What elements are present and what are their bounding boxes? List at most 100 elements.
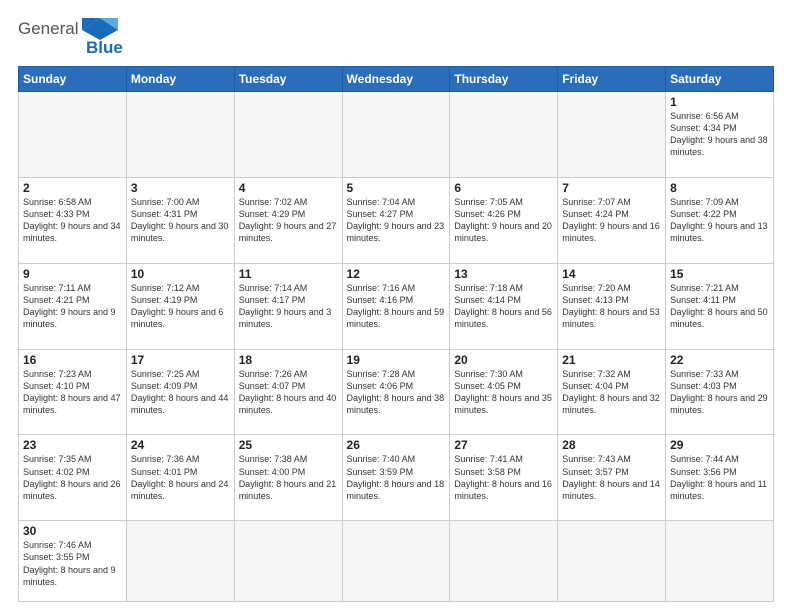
day-number: 16 xyxy=(23,353,122,367)
calendar-cell: 12Sunrise: 7:16 AM Sunset: 4:16 PM Dayli… xyxy=(342,263,450,349)
day-number: 1 xyxy=(670,95,769,109)
day-info: Sunrise: 7:11 AM Sunset: 4:21 PM Dayligh… xyxy=(23,282,122,331)
day-number: 30 xyxy=(23,524,122,538)
header: General Blue xyxy=(18,16,774,58)
day-info: Sunrise: 7:07 AM Sunset: 4:24 PM Dayligh… xyxy=(562,196,661,245)
calendar-cell xyxy=(342,521,450,602)
day-info: Sunrise: 7:33 AM Sunset: 4:03 PM Dayligh… xyxy=(670,368,769,417)
day-info: Sunrise: 7:09 AM Sunset: 4:22 PM Dayligh… xyxy=(670,196,769,245)
calendar-cell: 23Sunrise: 7:35 AM Sunset: 4:02 PM Dayli… xyxy=(19,435,127,521)
day-number: 18 xyxy=(239,353,338,367)
day-number: 21 xyxy=(562,353,661,367)
day-info: Sunrise: 6:56 AM Sunset: 4:34 PM Dayligh… xyxy=(670,110,769,159)
day-info: Sunrise: 7:20 AM Sunset: 4:13 PM Dayligh… xyxy=(562,282,661,331)
logo: General Blue xyxy=(18,16,123,58)
col-header-monday: Monday xyxy=(126,67,234,92)
day-number: 8 xyxy=(670,181,769,195)
calendar-cell xyxy=(450,521,558,602)
calendar-cell xyxy=(666,521,774,602)
calendar-cell xyxy=(342,92,450,178)
calendar-cell: 1Sunrise: 6:56 AM Sunset: 4:34 PM Daylig… xyxy=(666,92,774,178)
calendar-header-row: SundayMondayTuesdayWednesdayThursdayFrid… xyxy=(19,67,774,92)
day-info: Sunrise: 7:36 AM Sunset: 4:01 PM Dayligh… xyxy=(131,453,230,502)
day-number: 15 xyxy=(670,267,769,281)
calendar-table: SundayMondayTuesdayWednesdayThursdayFrid… xyxy=(18,66,774,602)
day-info: Sunrise: 7:18 AM Sunset: 4:14 PM Dayligh… xyxy=(454,282,553,331)
calendar-cell xyxy=(234,92,342,178)
calendar-cell xyxy=(450,92,558,178)
day-info: Sunrise: 7:30 AM Sunset: 4:05 PM Dayligh… xyxy=(454,368,553,417)
day-info: Sunrise: 7:23 AM Sunset: 4:10 PM Dayligh… xyxy=(23,368,122,417)
calendar-cell: 9Sunrise: 7:11 AM Sunset: 4:21 PM Daylig… xyxy=(19,263,127,349)
day-info: Sunrise: 7:28 AM Sunset: 4:06 PM Dayligh… xyxy=(347,368,446,417)
calendar-cell: 17Sunrise: 7:25 AM Sunset: 4:09 PM Dayli… xyxy=(126,349,234,435)
calendar-cell: 16Sunrise: 7:23 AM Sunset: 4:10 PM Dayli… xyxy=(19,349,127,435)
calendar-cell: 22Sunrise: 7:33 AM Sunset: 4:03 PM Dayli… xyxy=(666,349,774,435)
calendar-cell xyxy=(558,92,666,178)
calendar-cell: 27Sunrise: 7:41 AM Sunset: 3:58 PM Dayli… xyxy=(450,435,558,521)
calendar-cell xyxy=(558,521,666,602)
calendar-cell: 15Sunrise: 7:21 AM Sunset: 4:11 PM Dayli… xyxy=(666,263,774,349)
calendar-cell: 26Sunrise: 7:40 AM Sunset: 3:59 PM Dayli… xyxy=(342,435,450,521)
day-number: 28 xyxy=(562,438,661,452)
calendar-cell: 3Sunrise: 7:00 AM Sunset: 4:31 PM Daylig… xyxy=(126,177,234,263)
col-header-saturday: Saturday xyxy=(666,67,774,92)
calendar-cell: 2Sunrise: 6:58 AM Sunset: 4:33 PM Daylig… xyxy=(19,177,127,263)
day-number: 9 xyxy=(23,267,122,281)
day-info: Sunrise: 7:12 AM Sunset: 4:19 PM Dayligh… xyxy=(131,282,230,331)
calendar-cell xyxy=(126,92,234,178)
day-number: 20 xyxy=(454,353,553,367)
calendar-cell: 24Sunrise: 7:36 AM Sunset: 4:01 PM Dayli… xyxy=(126,435,234,521)
day-info: Sunrise: 7:35 AM Sunset: 4:02 PM Dayligh… xyxy=(23,453,122,502)
logo-general-text: General xyxy=(18,19,78,39)
calendar-cell: 4Sunrise: 7:02 AM Sunset: 4:29 PM Daylig… xyxy=(234,177,342,263)
day-number: 17 xyxy=(131,353,230,367)
day-info: Sunrise: 7:14 AM Sunset: 4:17 PM Dayligh… xyxy=(239,282,338,331)
day-number: 29 xyxy=(670,438,769,452)
calendar-cell xyxy=(19,92,127,178)
col-header-sunday: Sunday xyxy=(19,67,127,92)
day-number: 19 xyxy=(347,353,446,367)
calendar-cell: 5Sunrise: 7:04 AM Sunset: 4:27 PM Daylig… xyxy=(342,177,450,263)
calendar-cell: 8Sunrise: 7:09 AM Sunset: 4:22 PM Daylig… xyxy=(666,177,774,263)
calendar-cell: 6Sunrise: 7:05 AM Sunset: 4:26 PM Daylig… xyxy=(450,177,558,263)
calendar-cell: 30Sunrise: 7:46 AM Sunset: 3:55 PM Dayli… xyxy=(19,521,127,602)
day-number: 27 xyxy=(454,438,553,452)
day-info: Sunrise: 7:25 AM Sunset: 4:09 PM Dayligh… xyxy=(131,368,230,417)
calendar-cell: 11Sunrise: 7:14 AM Sunset: 4:17 PM Dayli… xyxy=(234,263,342,349)
day-number: 4 xyxy=(239,181,338,195)
day-number: 26 xyxy=(347,438,446,452)
day-info: Sunrise: 7:40 AM Sunset: 3:59 PM Dayligh… xyxy=(347,453,446,502)
day-number: 13 xyxy=(454,267,553,281)
day-info: Sunrise: 7:32 AM Sunset: 4:04 PM Dayligh… xyxy=(562,368,661,417)
day-number: 22 xyxy=(670,353,769,367)
day-number: 7 xyxy=(562,181,661,195)
day-info: Sunrise: 7:16 AM Sunset: 4:16 PM Dayligh… xyxy=(347,282,446,331)
day-number: 14 xyxy=(562,267,661,281)
day-number: 23 xyxy=(23,438,122,452)
col-header-wednesday: Wednesday xyxy=(342,67,450,92)
day-info: Sunrise: 7:41 AM Sunset: 3:58 PM Dayligh… xyxy=(454,453,553,502)
day-number: 6 xyxy=(454,181,553,195)
day-info: Sunrise: 7:38 AM Sunset: 4:00 PM Dayligh… xyxy=(239,453,338,502)
calendar-cell: 20Sunrise: 7:30 AM Sunset: 4:05 PM Dayli… xyxy=(450,349,558,435)
day-info: Sunrise: 7:02 AM Sunset: 4:29 PM Dayligh… xyxy=(239,196,338,245)
day-info: Sunrise: 7:05 AM Sunset: 4:26 PM Dayligh… xyxy=(454,196,553,245)
day-info: Sunrise: 7:21 AM Sunset: 4:11 PM Dayligh… xyxy=(670,282,769,331)
day-info: Sunrise: 7:04 AM Sunset: 4:27 PM Dayligh… xyxy=(347,196,446,245)
day-info: Sunrise: 7:00 AM Sunset: 4:31 PM Dayligh… xyxy=(131,196,230,245)
day-number: 5 xyxy=(347,181,446,195)
calendar-cell xyxy=(234,521,342,602)
day-number: 12 xyxy=(347,267,446,281)
day-info: Sunrise: 6:58 AM Sunset: 4:33 PM Dayligh… xyxy=(23,196,122,245)
day-info: Sunrise: 7:43 AM Sunset: 3:57 PM Dayligh… xyxy=(562,453,661,502)
day-number: 24 xyxy=(131,438,230,452)
day-info: Sunrise: 7:46 AM Sunset: 3:55 PM Dayligh… xyxy=(23,539,122,588)
calendar-cell: 18Sunrise: 7:26 AM Sunset: 4:07 PM Dayli… xyxy=(234,349,342,435)
day-number: 11 xyxy=(239,267,338,281)
calendar-cell: 7Sunrise: 7:07 AM Sunset: 4:24 PM Daylig… xyxy=(558,177,666,263)
day-info: Sunrise: 7:44 AM Sunset: 3:56 PM Dayligh… xyxy=(670,453,769,502)
calendar-cell: 29Sunrise: 7:44 AM Sunset: 3:56 PM Dayli… xyxy=(666,435,774,521)
day-number: 2 xyxy=(23,181,122,195)
day-number: 10 xyxy=(131,267,230,281)
